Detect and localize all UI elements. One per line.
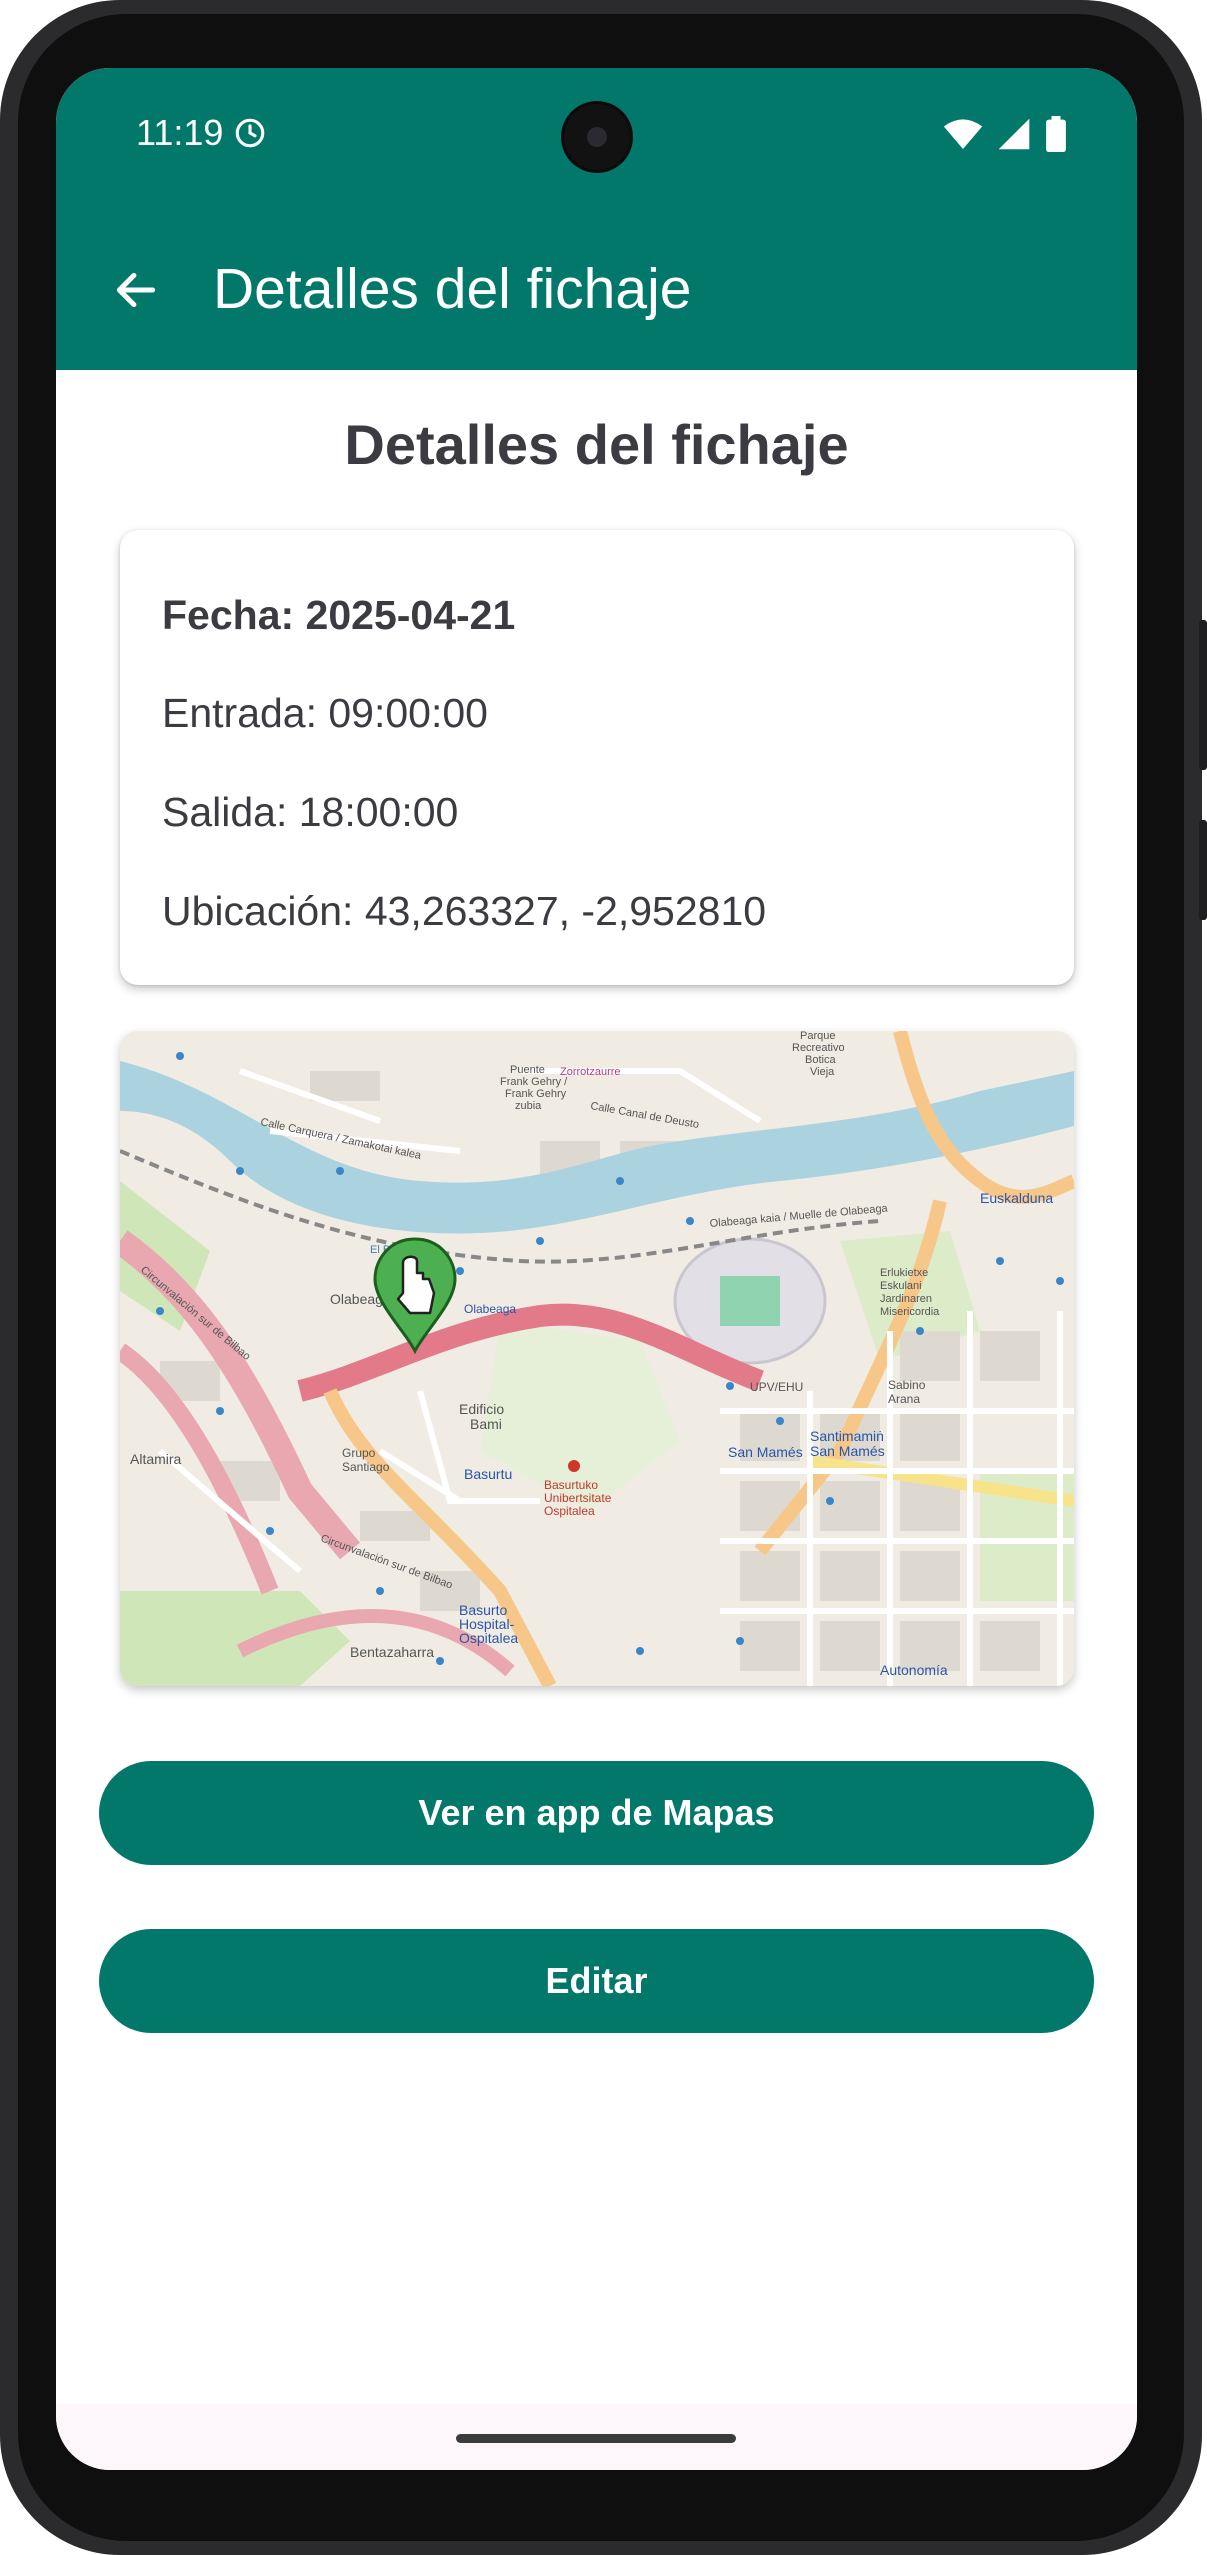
status-time-text: 11:19 (136, 112, 224, 153)
svg-text:Recreativo: Recreativo (792, 1042, 845, 1054)
svg-text:Edificio: Edificio (459, 1401, 504, 1417)
status-icons (943, 116, 1067, 152)
open-maps-button[interactable]: Ver en app de Mapas (99, 1761, 1094, 1865)
svg-text:Basurtuko: Basurtuko (544, 1478, 598, 1492)
back-button[interactable] (96, 250, 176, 330)
volume-button (1199, 620, 1207, 770)
battery-icon (1046, 116, 1066, 152)
svg-text:Ospitalea: Ospitalea (544, 1504, 595, 1518)
svg-text:Altamira: Altamira (130, 1451, 182, 1467)
svg-text:Vieja: Vieja (810, 1066, 835, 1078)
location-text: Ubicación: 43,263327, -2,952810 (162, 888, 767, 934)
wifi-icon (943, 119, 983, 149)
date-text: Fecha: 2025-04-21 (162, 592, 516, 638)
app-bar-title: Detalles del fichaje (213, 257, 692, 321)
app-bar: 11:19 Detalles del fichaje (56, 68, 1137, 370)
svg-text:Puente: Puente (510, 1064, 545, 1076)
home-gesture-handle[interactable] (456, 2434, 736, 2443)
navigation-bar (56, 2404, 1137, 2470)
svg-text:Botica: Botica (805, 1054, 836, 1066)
entry-time-text: Entrada: 09:00:00 (162, 690, 488, 736)
svg-text:Erlukietxe: Erlukietxe (880, 1267, 928, 1279)
svg-text:Autonomía: Autonomía (880, 1662, 948, 1678)
map-tiles: Olabeaga Edificio Bami Altamira Bentazah… (120, 1031, 1074, 1686)
svg-text:Frank Gehry: Frank Gehry (505, 1088, 567, 1100)
svg-text:Misericordia: Misericordia (880, 1306, 940, 1318)
svg-text:Ospitalea: Ospitalea (459, 1630, 518, 1646)
svg-text:Olabeaga: Olabeaga (464, 1302, 516, 1316)
svg-text:San Mamés: San Mamés (728, 1444, 803, 1460)
status-time: 11:19 (136, 112, 267, 154)
svg-text:Santiago: Santiago (342, 1460, 390, 1474)
svg-text:Sabino: Sabino (888, 1378, 926, 1392)
svg-text:Grupo: Grupo (342, 1446, 376, 1460)
svg-text:Unibertsitate: Unibertsitate (544, 1491, 612, 1505)
svg-text:Bentazaharra: Bentazaharra (350, 1644, 434, 1660)
svg-text:Jardinaren: Jardinaren (880, 1293, 932, 1305)
svg-text:Zorrotzaurre: Zorrotzaurre (560, 1066, 621, 1078)
alarm-icon (236, 118, 265, 148)
map-view[interactable]: Olabeaga Edificio Bami Altamira Bentazah… (120, 1031, 1074, 1686)
screen: 11:19 Detalles del fichaje Detalles del … (56, 68, 1137, 2470)
power-button (1199, 820, 1207, 920)
svg-text:Basurtu: Basurtu (464, 1466, 512, 1482)
edit-button[interactable]: Editar (99, 1929, 1094, 2033)
svg-text:San Mamés: San Mamés (810, 1443, 885, 1459)
svg-text:Santimamiṅ: Santimamiṅ (810, 1428, 884, 1444)
details-card: Fecha: 2025-04-21 Entrada: 09:00:00 Sali… (120, 530, 1074, 985)
svg-text:Euskalduna: Euskalduna (980, 1190, 1053, 1206)
svg-text:Arana: Arana (888, 1392, 920, 1406)
svg-text:Parque: Parque (800, 1031, 835, 1042)
front-camera (564, 104, 630, 170)
svg-text:Eskulani: Eskulani (880, 1280, 922, 1292)
device-frame: 11:19 Detalles del fichaje Detalles del … (0, 0, 1207, 2555)
signal-icon (998, 118, 1030, 150)
page-title: Detalles del fichaje (344, 413, 849, 476)
svg-text:Bami: Bami (470, 1416, 502, 1432)
svg-text:UPV/EHU: UPV/EHU (750, 1380, 803, 1394)
arrow-back-icon (116, 272, 156, 308)
exit-time-text: Salida: 18:00:00 (162, 789, 459, 835)
svg-text:zubia: zubia (515, 1100, 542, 1112)
svg-text:Frank Gehry /: Frank Gehry / (500, 1076, 568, 1088)
